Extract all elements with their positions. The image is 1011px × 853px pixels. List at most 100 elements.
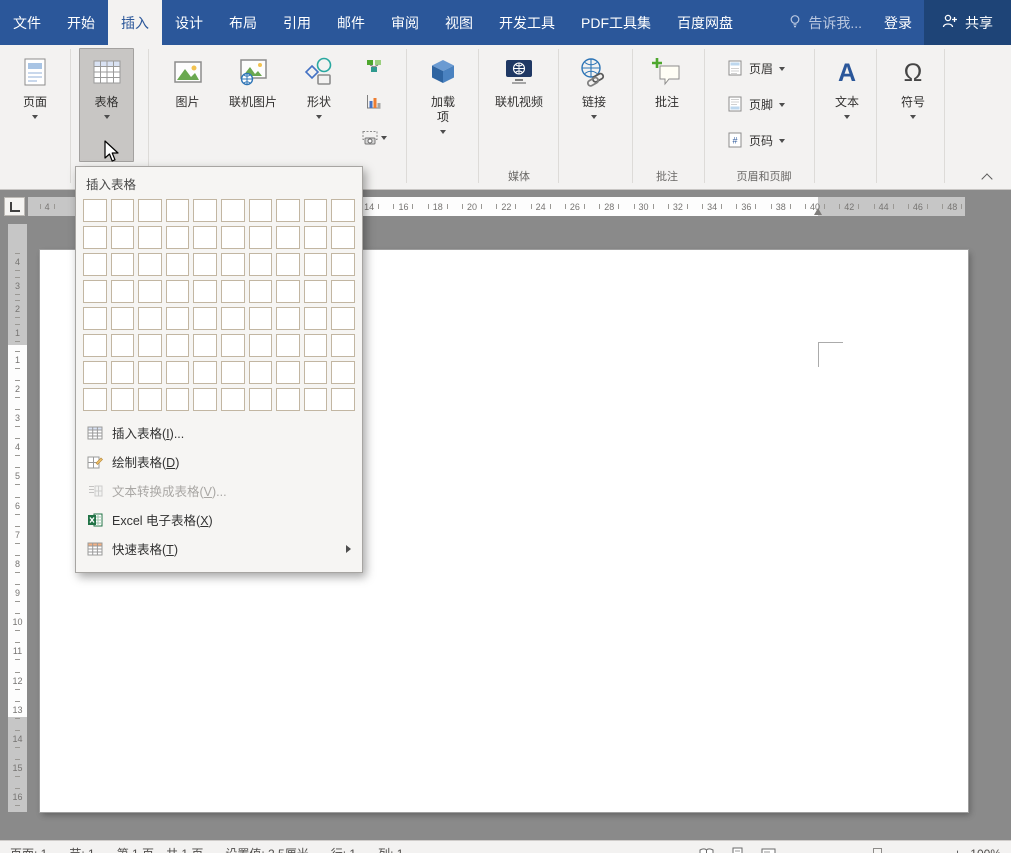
pages-button[interactable]: 页面	[8, 48, 62, 162]
table-size-cell[interactable]	[276, 226, 300, 249]
footer-button[interactable]: 页脚	[722, 90, 808, 118]
table-size-cell[interactable]	[83, 388, 107, 411]
table-size-cell[interactable]	[331, 226, 355, 249]
table-size-cell[interactable]	[248, 361, 273, 384]
table-size-cell[interactable]	[193, 280, 217, 303]
print-layout-button[interactable]	[730, 847, 745, 853]
zoom-in-button[interactable]: +	[954, 846, 962, 853]
table-size-cell[interactable]	[110, 226, 135, 249]
online-pictures-button[interactable]: 联机图片	[221, 48, 285, 162]
table-size-cell[interactable]	[276, 388, 300, 411]
table-size-cell[interactable]	[193, 253, 217, 276]
table-size-cell[interactable]	[193, 226, 217, 249]
table-size-cell[interactable]	[221, 199, 245, 222]
table-size-cell[interactable]	[165, 334, 190, 357]
collapse-ribbon-button[interactable]	[978, 169, 996, 185]
table-size-cell[interactable]	[248, 334, 273, 357]
zoom-out-button[interactable]: −	[798, 846, 806, 853]
table-size-cell[interactable]	[248, 253, 273, 276]
table-size-cell[interactable]	[303, 199, 328, 222]
tab-home[interactable]: 开始	[54, 0, 108, 45]
table-size-cell[interactable]	[193, 307, 217, 330]
status-item[interactable]: 设置值: 2.5厘米	[225, 845, 308, 853]
table-size-cell[interactable]	[331, 253, 355, 276]
tab-insert[interactable]: 插入	[108, 0, 162, 45]
tab-references[interactable]: 引用	[270, 0, 324, 45]
table-size-cell[interactable]	[276, 280, 300, 303]
tab-developer[interactable]: 开发工具	[486, 0, 568, 45]
read-mode-button[interactable]	[699, 847, 714, 853]
insert-table-menuitem[interactable]: 插入表格(I)...	[76, 418, 362, 447]
table-size-cell[interactable]	[221, 388, 245, 411]
table-size-cell[interactable]	[331, 361, 355, 384]
symbol-button[interactable]: Ω 符号	[886, 48, 940, 162]
tab-pdf-tools[interactable]: PDF工具集	[568, 0, 664, 45]
tab-stop-selector[interactable]	[4, 197, 25, 216]
table-size-cell[interactable]	[138, 388, 162, 411]
table-size-cell[interactable]	[110, 253, 135, 276]
chart-button[interactable]	[354, 86, 394, 118]
table-size-cell[interactable]	[83, 199, 107, 222]
table-size-cell[interactable]	[193, 334, 217, 357]
table-size-cell[interactable]	[193, 388, 217, 411]
table-size-cell[interactable]	[83, 226, 107, 249]
right-indent-marker[interactable]	[814, 208, 822, 215]
table-size-cell[interactable]	[165, 388, 190, 411]
zoom-thumb[interactable]	[872, 847, 882, 853]
table-size-cell[interactable]	[83, 307, 107, 330]
table-size-cell[interactable]	[221, 280, 245, 303]
online-video-button[interactable]: 联机视频	[487, 48, 551, 162]
screenshot-button[interactable]	[354, 122, 394, 154]
table-size-cell[interactable]	[110, 388, 135, 411]
status-item[interactable]: 列: 1	[378, 845, 403, 853]
table-size-cell[interactable]	[83, 361, 107, 384]
table-size-cell[interactable]	[248, 388, 273, 411]
table-size-cell[interactable]	[138, 361, 162, 384]
table-size-cell[interactable]	[138, 226, 162, 249]
table-size-cell[interactable]	[303, 388, 328, 411]
table-size-cell[interactable]	[221, 253, 245, 276]
table-size-cell[interactable]	[248, 226, 273, 249]
table-size-cell[interactable]	[165, 361, 190, 384]
tab-layout[interactable]: 布局	[216, 0, 270, 45]
addins-button[interactable]: 加载项	[416, 48, 470, 162]
table-size-cell[interactable]	[110, 280, 135, 303]
table-size-cell[interactable]	[138, 307, 162, 330]
table-size-cell[interactable]	[221, 361, 245, 384]
table-size-cell[interactable]	[276, 361, 300, 384]
tab-mailings[interactable]: 邮件	[324, 0, 378, 45]
table-size-cell[interactable]	[248, 199, 273, 222]
table-size-cell[interactable]	[303, 226, 328, 249]
table-size-cell[interactable]	[303, 253, 328, 276]
page-number-button[interactable]: # 页码	[722, 126, 808, 154]
tab-design[interactable]: 设计	[162, 0, 216, 45]
table-size-cell[interactable]	[331, 199, 355, 222]
table-size-cell[interactable]	[193, 361, 217, 384]
table-button[interactable]: 表格	[79, 48, 134, 162]
comment-button[interactable]: 批注	[640, 48, 694, 162]
table-size-cell[interactable]	[110, 199, 135, 222]
table-size-cell[interactable]	[221, 307, 245, 330]
table-size-cell[interactable]	[165, 307, 190, 330]
tab-baidu-netdisk[interactable]: 百度网盘	[664, 0, 746, 45]
table-size-cell[interactable]	[303, 307, 328, 330]
table-size-cell[interactable]	[110, 307, 135, 330]
table-size-cell[interactable]	[165, 280, 190, 303]
status-item[interactable]: 行: 1	[331, 845, 356, 853]
table-size-cell[interactable]	[331, 334, 355, 357]
table-size-cell[interactable]	[331, 280, 355, 303]
table-size-cell[interactable]	[138, 253, 162, 276]
header-button[interactable]: 页眉	[722, 54, 808, 82]
table-size-cell[interactable]	[303, 361, 328, 384]
table-size-cell[interactable]	[221, 226, 245, 249]
table-size-cell[interactable]	[193, 199, 217, 222]
tab-view[interactable]: 视图	[432, 0, 486, 45]
table-size-cell[interactable]	[276, 307, 300, 330]
table-size-cell[interactable]	[276, 199, 300, 222]
tab-file[interactable]: 文件	[0, 0, 54, 45]
table-size-cell[interactable]	[83, 280, 107, 303]
table-size-cell[interactable]	[248, 307, 273, 330]
table-size-cell[interactable]	[110, 361, 135, 384]
shapes-button[interactable]: 形状	[292, 48, 346, 162]
table-size-cell[interactable]	[165, 253, 190, 276]
